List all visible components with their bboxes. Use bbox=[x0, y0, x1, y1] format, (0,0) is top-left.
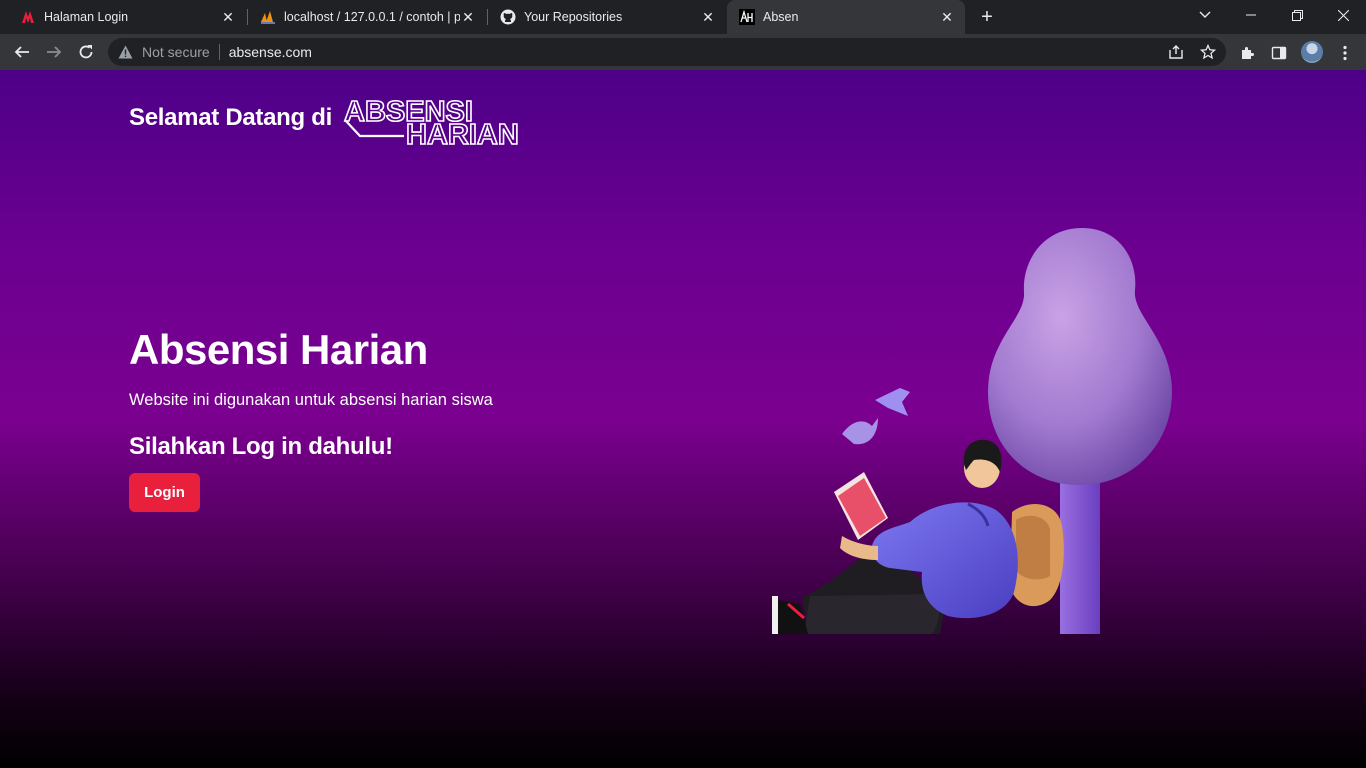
tab-strip: Halaman Login ✕ localhost / 127.0.0.1 / … bbox=[0, 0, 1366, 34]
hero-title: Absensi Harian bbox=[129, 326, 428, 373]
head-illustration bbox=[963, 439, 1002, 488]
tab-halaman-login[interactable]: Halaman Login ✕ bbox=[8, 0, 246, 34]
bookmark-star-icon[interactable] bbox=[1197, 41, 1219, 63]
back-button[interactable] bbox=[8, 38, 36, 66]
login-prompt: Silahkan Log in dahulu! bbox=[129, 433, 393, 460]
tab-title: Your Repositories bbox=[524, 10, 623, 24]
tab-title: Absen bbox=[763, 10, 799, 24]
close-tab-icon[interactable]: ✕ bbox=[220, 9, 236, 25]
minimize-window-button[interactable] bbox=[1228, 0, 1274, 30]
browser-toolbar: Not secure absense.com bbox=[0, 34, 1366, 70]
extensions-puzzle-icon[interactable] bbox=[1236, 42, 1258, 64]
close-tab-icon[interactable]: ✕ bbox=[939, 9, 955, 25]
page-viewport: Selamat Datang di ABSENSI HARIAN Absensi… bbox=[0, 70, 1366, 768]
absensi-harian-favicon-icon bbox=[739, 9, 755, 25]
github-icon bbox=[500, 9, 516, 25]
birds-illustration bbox=[842, 388, 910, 445]
phpmyadmin-sail-icon bbox=[260, 9, 276, 25]
close-tab-icon[interactable]: ✕ bbox=[460, 9, 476, 25]
hero-description: Website ini digunakan untuk absensi hari… bbox=[129, 391, 493, 409]
new-tab-button[interactable]: + bbox=[976, 6, 998, 28]
login-button[interactable]: Login bbox=[129, 473, 200, 512]
tab-search-chevron-icon[interactable] bbox=[1182, 0, 1228, 30]
kebab-menu-icon[interactable] bbox=[1334, 42, 1356, 64]
security-status-label[interactable]: Not secure bbox=[142, 44, 210, 60]
close-tab-icon[interactable]: ✕ bbox=[700, 9, 716, 25]
profile-avatar[interactable] bbox=[1301, 41, 1323, 63]
welcome-text: Selamat Datang di bbox=[129, 104, 332, 131]
side-panel-icon[interactable] bbox=[1268, 42, 1290, 64]
logo-line2: HARIAN bbox=[406, 119, 519, 146]
tab-favicon-icon bbox=[20, 9, 36, 25]
tab-title: Halaman Login bbox=[44, 10, 129, 24]
address-bar[interactable]: Not secure absense.com bbox=[108, 38, 1226, 66]
close-window-button[interactable] bbox=[1320, 0, 1366, 30]
address-divider bbox=[218, 44, 220, 60]
tab-title: localhost / 127.0.0.1 / contoh | phpMyAd… bbox=[284, 10, 460, 24]
share-icon[interactable] bbox=[1165, 41, 1187, 63]
url-text[interactable]: absense.com bbox=[229, 44, 312, 60]
warning-triangle-icon[interactable] bbox=[118, 44, 134, 60]
tab-phpmyadmin[interactable]: localhost / 127.0.0.1 / contoh | phpMyAd… bbox=[248, 0, 486, 34]
reload-button[interactable] bbox=[72, 38, 100, 66]
tab-absen[interactable]: Absen ✕ bbox=[727, 0, 965, 34]
brand-header: Selamat Datang di ABSENSI HARIAN bbox=[129, 90, 536, 146]
absensi-harian-logo[interactable]: ABSENSI HARIAN bbox=[342, 90, 536, 146]
reading-person-illustration bbox=[772, 228, 1172, 634]
restore-window-button[interactable] bbox=[1274, 0, 1320, 30]
forward-button[interactable] bbox=[40, 38, 68, 66]
tab-your-repositories[interactable]: Your Repositories ✕ bbox=[488, 0, 726, 34]
backpack-illustration bbox=[1010, 503, 1064, 607]
